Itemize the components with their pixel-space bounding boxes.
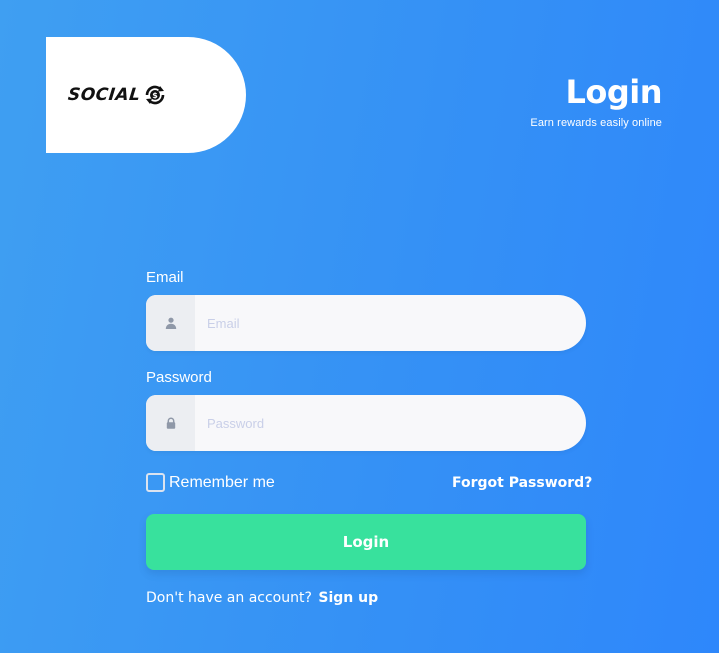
- signup-prompt: Don't have an account?: [146, 590, 312, 606]
- remember-me-checkbox[interactable]: [146, 473, 165, 492]
- signup-link[interactable]: Sign up: [318, 590, 378, 606]
- login-form: Email Password Remember me Forgot Passwo…: [146, 268, 592, 606]
- email-input-group: [146, 295, 586, 351]
- logo-card: SOCIAL $: [46, 37, 246, 153]
- logo: SOCIAL $: [66, 83, 168, 108]
- email-label: Email: [146, 269, 184, 286]
- page-title: Login: [565, 73, 662, 111]
- forgot-password-link[interactable]: Forgot Password?: [452, 475, 592, 491]
- remember-me-label: Remember me: [169, 473, 275, 491]
- logo-text: SOCIAL: [66, 85, 142, 105]
- page-subtitle: Earn rewards easily online: [530, 117, 662, 129]
- lock-icon: [146, 395, 195, 451]
- password-input[interactable]: [195, 395, 586, 451]
- options-row: Remember me Forgot Password?: [146, 473, 592, 497]
- remember-me[interactable]: Remember me: [146, 473, 275, 492]
- signup-row: Don't have an account? Sign up: [146, 590, 586, 606]
- header: Login Earn rewards easily online: [530, 72, 662, 129]
- email-input[interactable]: [195, 295, 586, 351]
- password-input-group: [146, 395, 586, 451]
- user-icon: [146, 295, 195, 351]
- password-label: Password: [146, 369, 212, 386]
- coin-symbol: $: [152, 91, 158, 100]
- login-button[interactable]: Login: [146, 514, 586, 570]
- coin-refresh-icon: $: [145, 85, 164, 104]
